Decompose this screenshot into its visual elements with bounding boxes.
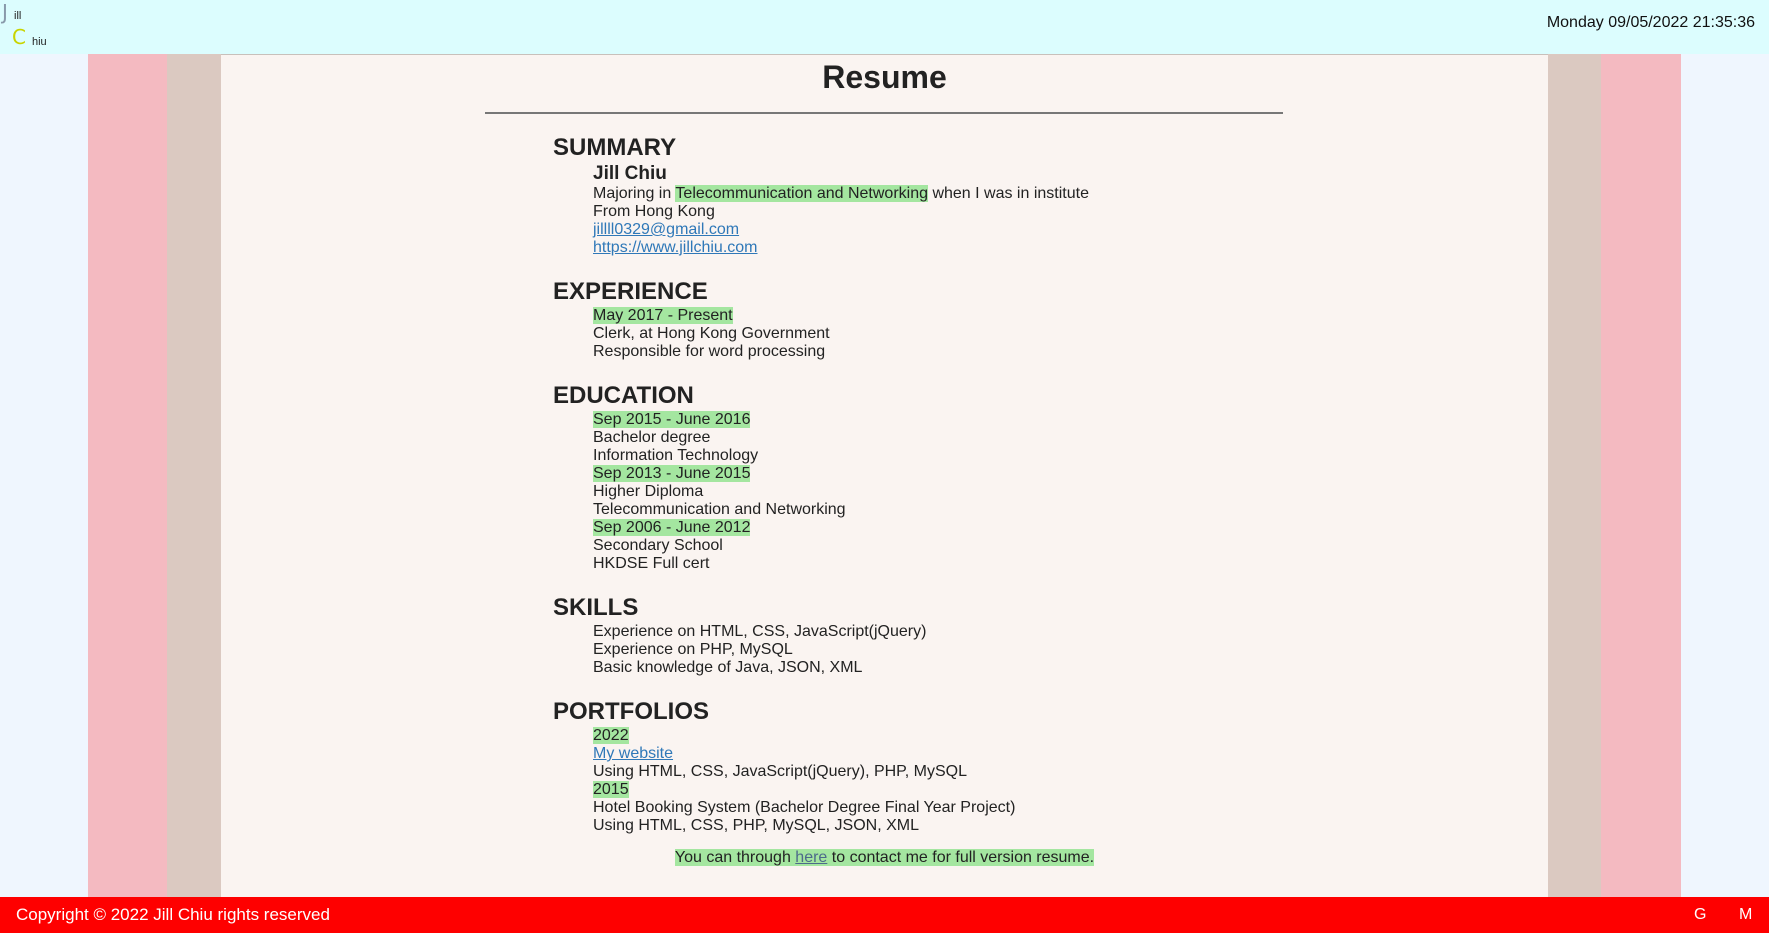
experience-heading: EXPERIENCE [553,278,708,305]
contact-line: You can through here to contact me for f… [221,849,1548,867]
education-heading: EDUCATION [553,382,694,409]
contact-here-link[interactable]: here [795,849,827,866]
education-degree: Higher Diploma [593,483,704,500]
skill-item: Experience on HTML, CSS, JavaScript(jQue… [593,623,927,640]
title-divider [485,112,1283,114]
portfolios-heading: PORTFOLIOS [553,698,709,725]
portfolio-tech: Using HTML, CSS, PHP, MySQL, JSON, XML [593,817,920,834]
education-field: Information Technology [593,447,759,464]
logo-first-initial: J [2,0,8,24]
contact-highlight: You can through here to contact me for f… [674,849,1095,866]
education-degree: Secondary School [593,537,723,554]
education-section: EDUCATION Sep 2015 - June 2016 Bachelor … [553,381,1453,573]
major-suffix: when I was in institute [928,185,1089,202]
contact-suffix: to contact me for full version resume. [827,849,1095,866]
experience-period: May 2017 - Present [593,307,733,324]
experience-duty: Responsible for word processing [593,343,826,360]
website-link[interactable]: https://www.jillchiu.com [593,239,758,256]
experience-section: EXPERIENCE May 2017 - Present Clerk, at … [553,277,1453,361]
resume-paper: Resume SUMMARY Jill Chiu Majoring in Tel… [221,54,1548,897]
footer-bar: Copyright © 2022 Jill Chiu rights reserv… [0,897,1769,933]
portfolio-year: 2022 [593,727,629,744]
education-field: HKDSE Full cert [593,555,710,572]
m-icon[interactable]: M [1739,906,1752,924]
g-icon[interactable]: G [1694,906,1706,924]
contact-prefix: You can through [674,849,796,866]
skills-heading: SKILLS [553,594,639,621]
logo-first-rest: ill [14,10,22,22]
summary-heading: SUMMARY [553,134,677,161]
email-link[interactable]: jillll0329@gmail.com [593,221,739,238]
skills-section: SKILLS Experience on HTML, CSS, JavaScri… [553,593,1453,677]
major-line: Majoring in Telecommunication and Networ… [593,185,1453,203]
copyright-text: Copyright © 2022 Jill Chiu rights reserv… [16,905,330,924]
portfolio-tech: Using HTML, CSS, JavaScript(jQuery), PHP… [593,763,968,780]
education-degree: Bachelor degree [593,429,711,446]
logo-last-rest: hiu [32,36,47,48]
education-period: Sep 2013 - June 2015 [593,465,751,482]
page-title: Resume [822,59,947,95]
resume-content: SUMMARY Jill Chiu Majoring in Telecommun… [553,133,1453,855]
datetime-display: Monday 09/05/2022 21:35:36 [1546,14,1755,31]
skill-item: Experience on PHP, MySQL [593,641,793,658]
experience-role: Clerk, at Hong Kong Government [593,325,830,342]
portfolios-section: PORTFOLIOS 2022 My website Using HTML, C… [553,697,1453,835]
from-line: From Hong Kong [593,203,715,220]
education-field: Telecommunication and Networking [593,501,846,518]
top-bar: J ill C hiu Monday 09/05/2022 21:35:36 [0,0,1769,54]
logo-last-initial: C [12,25,26,49]
education-period: Sep 2006 - June 2012 [593,519,751,536]
skill-item: Basic knowledge of Java, JSON, XML [593,659,863,676]
major-highlight: Telecommunication and Networking [675,185,928,202]
education-period: Sep 2015 - June 2016 [593,411,751,428]
portfolio-year: 2015 [593,781,629,798]
portfolio-title: Hotel Booking System (Bachelor Degree Fi… [593,799,1016,816]
summary-section: SUMMARY Jill Chiu Majoring in Telecommun… [553,133,1453,257]
major-prefix: Majoring in [593,185,676,202]
my-website-link[interactable]: My website [593,745,673,762]
person-name: Jill Chiu [593,163,667,184]
